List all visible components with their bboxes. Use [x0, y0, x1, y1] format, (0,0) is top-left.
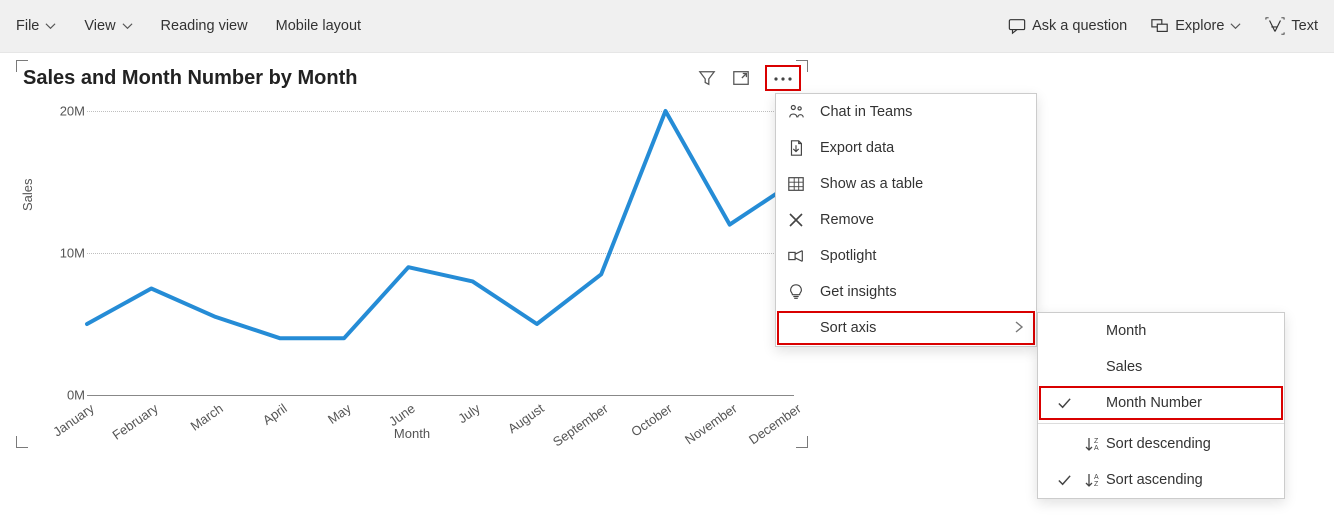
menu-chat-in-teams[interactable]: Chat in Teams — [776, 94, 1036, 130]
top-toolbar: File View Reading view Mobile layout Ask… — [0, 0, 1334, 53]
menu-remove[interactable]: Remove — [776, 202, 1036, 238]
menu-sort-axis[interactable]: Sort axis — [776, 310, 1036, 346]
sort-by-month-number[interactable]: Month Number — [1038, 385, 1284, 421]
sort-axis-submenu: Month Sales Month Number ZA Sort descend… — [1037, 312, 1285, 499]
menu-export-data[interactable]: Export data — [776, 130, 1036, 166]
x-tick-label: October — [629, 401, 675, 440]
visual-context-menu: Chat in Teams Export data Show as a tabl… — [775, 93, 1037, 347]
reading-view-button[interactable]: Reading view — [161, 18, 248, 34]
sort-by-sales[interactable]: Sales — [1038, 349, 1284, 385]
svg-text:A: A — [1094, 474, 1099, 481]
chevron-right-icon — [1014, 320, 1024, 337]
sort-by-month[interactable]: Month — [1038, 313, 1284, 349]
y-tick-label: 0M — [57, 388, 85, 403]
x-tick-label: February — [110, 401, 161, 443]
x-tick-label: June — [386, 401, 418, 429]
more-options-button[interactable] — [765, 65, 801, 91]
close-icon — [786, 210, 806, 230]
mobile-layout-button[interactable]: Mobile layout — [276, 18, 361, 34]
svg-text:A: A — [1094, 445, 1099, 452]
chart-line — [87, 99, 794, 395]
chart-plot-area: 20M 10M 0M JanuaryFebruaryMarchAprilMayJ… — [62, 99, 794, 399]
ask-question-button[interactable]: Ask a question — [1008, 17, 1127, 35]
x-tick-label: November — [682, 401, 740, 448]
sort-descending[interactable]: ZA Sort descending — [1038, 426, 1284, 462]
table-icon — [786, 174, 806, 194]
x-tick-label: July — [455, 401, 483, 427]
text-button[interactable]: Text — [1265, 17, 1318, 35]
chevron-down-icon — [1230, 21, 1241, 32]
explore-menu[interactable]: Explore — [1151, 17, 1241, 35]
textbox-icon — [1265, 17, 1285, 35]
sort-desc-icon: ZA — [1080, 436, 1106, 452]
x-tick-label: August — [505, 401, 547, 437]
sort-ascending[interactable]: AZ Sort ascending — [1038, 462, 1284, 498]
spotlight-icon — [786, 246, 806, 266]
sort-asc-icon: AZ — [1080, 472, 1106, 488]
chevron-down-icon — [45, 21, 56, 32]
chat-icon — [1008, 17, 1026, 35]
focus-mode-icon[interactable] — [731, 68, 751, 88]
chevron-down-icon — [122, 21, 133, 32]
y-tick-label: 20M — [57, 104, 85, 119]
file-menu[interactable]: File — [16, 18, 56, 34]
export-icon — [786, 138, 806, 158]
x-tick-label: September — [550, 401, 611, 450]
x-tick-label: January — [50, 401, 96, 440]
x-axis-title: Month — [394, 426, 430, 441]
blank-icon — [786, 318, 806, 338]
filter-icon[interactable] — [697, 68, 717, 88]
lightbulb-icon — [786, 282, 806, 302]
svg-text:Z: Z — [1094, 481, 1099, 488]
view-label: View — [84, 18, 115, 34]
selection-handle[interactable] — [16, 436, 28, 448]
menu-get-insights[interactable]: Get insights — [776, 274, 1036, 310]
ellipsis-icon — [772, 69, 794, 87]
x-tick-label: May — [325, 401, 354, 427]
selection-handle[interactable] — [796, 436, 808, 448]
menu-show-as-table[interactable]: Show as a table — [776, 166, 1036, 202]
view-menu[interactable]: View — [84, 18, 132, 34]
svg-text:Z: Z — [1094, 438, 1099, 445]
chart-visual[interactable]: Sales and Month Number by Month Sales Mo… — [17, 61, 807, 447]
check-icon — [1048, 396, 1080, 411]
check-icon — [1048, 473, 1080, 488]
y-axis-title: Sales — [20, 178, 35, 211]
chart-title: Sales and Month Number by Month — [23, 67, 357, 90]
x-tick-label: March — [187, 401, 225, 434]
menu-spotlight[interactable]: Spotlight — [776, 238, 1036, 274]
x-tick-label: April — [260, 401, 290, 428]
explore-icon — [1151, 17, 1169, 35]
y-tick-label: 10M — [57, 246, 85, 261]
teams-icon — [786, 102, 806, 122]
file-label: File — [16, 18, 39, 34]
